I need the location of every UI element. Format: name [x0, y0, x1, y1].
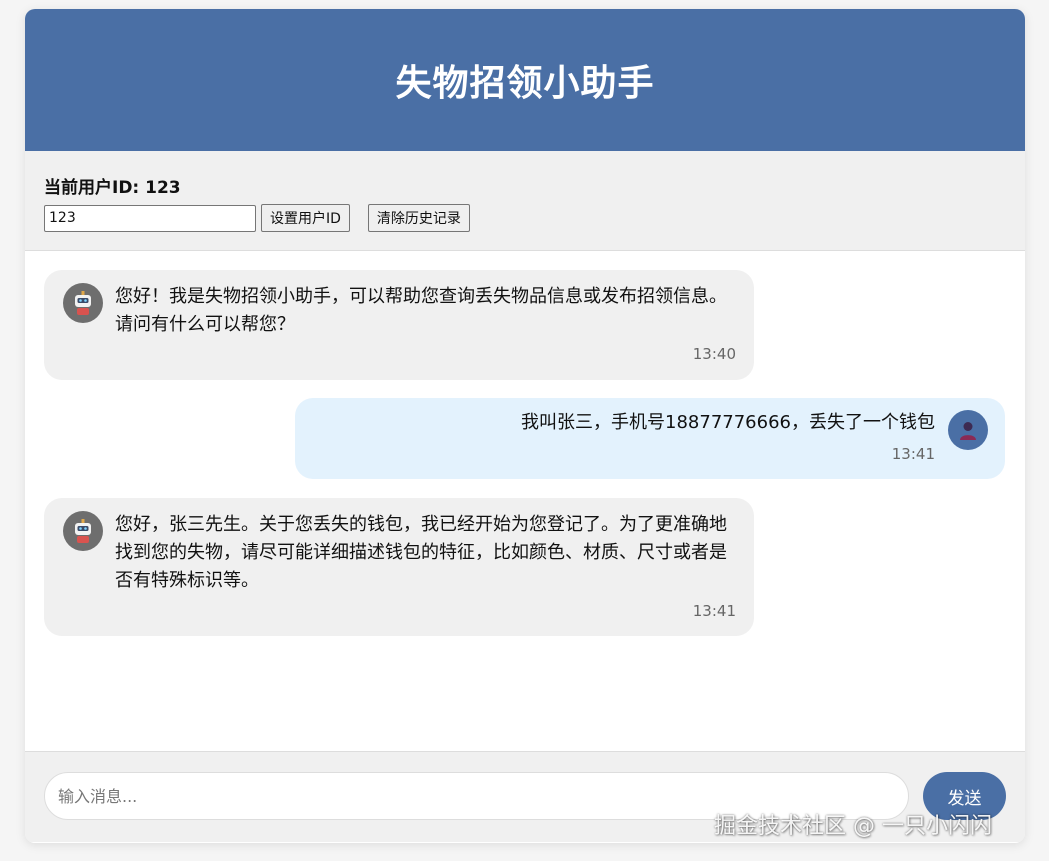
app-header: 失物招领小助手: [25, 9, 1025, 151]
robot-icon: [63, 511, 103, 551]
user-message: 我叫张三，手机号18877776666，丢失了一个钱包 13:41: [295, 398, 1005, 479]
bot-message: 您好！我是失物招领小助手，可以帮助您查询丢失物品信息或发布招领信息。请问有什么可…: [44, 270, 754, 380]
message-time: 13:40: [692, 345, 736, 363]
app-title: 失物招领小助手: [395, 63, 655, 104]
message-text: 您好，张三先生。关于您丢失的钱包，我已经开始为您登记了。为了更准确地找到您的失物…: [115, 514, 727, 591]
message-text: 您好！我是失物招领小助手，可以帮助您查询丢失物品信息或发布招领信息。请问有什么可…: [115, 286, 727, 335]
watermark: 掘金技术社区 @ 一只小闪闪: [714, 814, 992, 839]
user-icon: [948, 410, 988, 450]
set-user-id-button[interactable]: 设置用户ID: [261, 204, 350, 232]
robot-icon: [63, 283, 103, 323]
bot-message: 您好，张三先生。关于您丢失的钱包，我已经开始为您登记了。为了更准确地找到您的失物…: [44, 498, 754, 636]
message-time: 13:41: [891, 445, 935, 463]
current-user-id-label: 当前用户ID: 123: [44, 178, 181, 198]
user-id-input[interactable]: [44, 204, 256, 232]
clear-history-button[interactable]: 清除历史记录: [367, 204, 470, 232]
user-id-controls: 设置用户ID 清除历史记录: [44, 204, 1006, 232]
user-id-panel: 当前用户ID: 123 设置用户ID 清除历史记录: [25, 151, 1025, 251]
message-time: 13:41: [692, 602, 736, 620]
chat-app: 失物招领小助手 当前用户ID: 123 设置用户ID 清除历史记录 您好！我是: [25, 9, 1025, 843]
message-text: 我叫张三，手机号18877776666，丢失了一个钱包: [521, 412, 935, 433]
chat-messages: 您好！我是失物招领小助手，可以帮助您查询丢失物品信息或发布招领信息。请问有什么可…: [25, 251, 1025, 752]
